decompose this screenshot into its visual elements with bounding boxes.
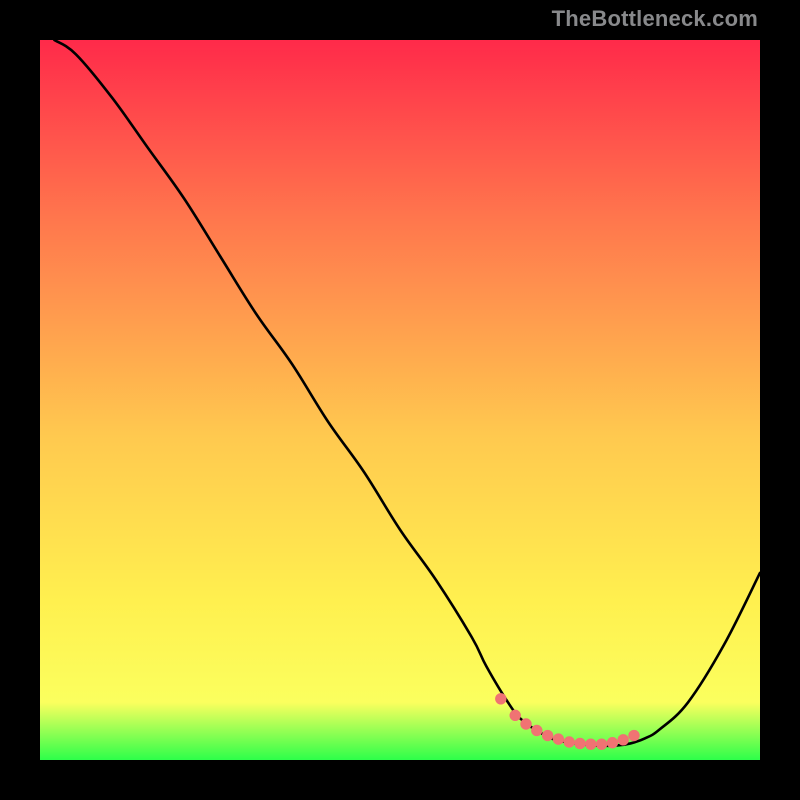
- marker-dot: [553, 734, 563, 744]
- marker-dot: [586, 739, 596, 749]
- marker-dot: [496, 694, 506, 704]
- marker-dot: [564, 737, 574, 747]
- chart-container: TheBottleneck.com: [0, 0, 800, 800]
- marker-dot: [532, 725, 542, 735]
- marker-dot: [521, 719, 531, 729]
- marker-dot: [629, 730, 639, 740]
- marker-dot: [596, 739, 606, 749]
- marker-dot: [575, 738, 585, 748]
- marker-dot: [510, 710, 520, 720]
- watermark-text: TheBottleneck.com: [552, 6, 758, 32]
- marker-dot: [607, 738, 617, 748]
- marker-dot: [542, 730, 552, 740]
- plot-area: [40, 40, 760, 760]
- marker-dot: [618, 735, 628, 745]
